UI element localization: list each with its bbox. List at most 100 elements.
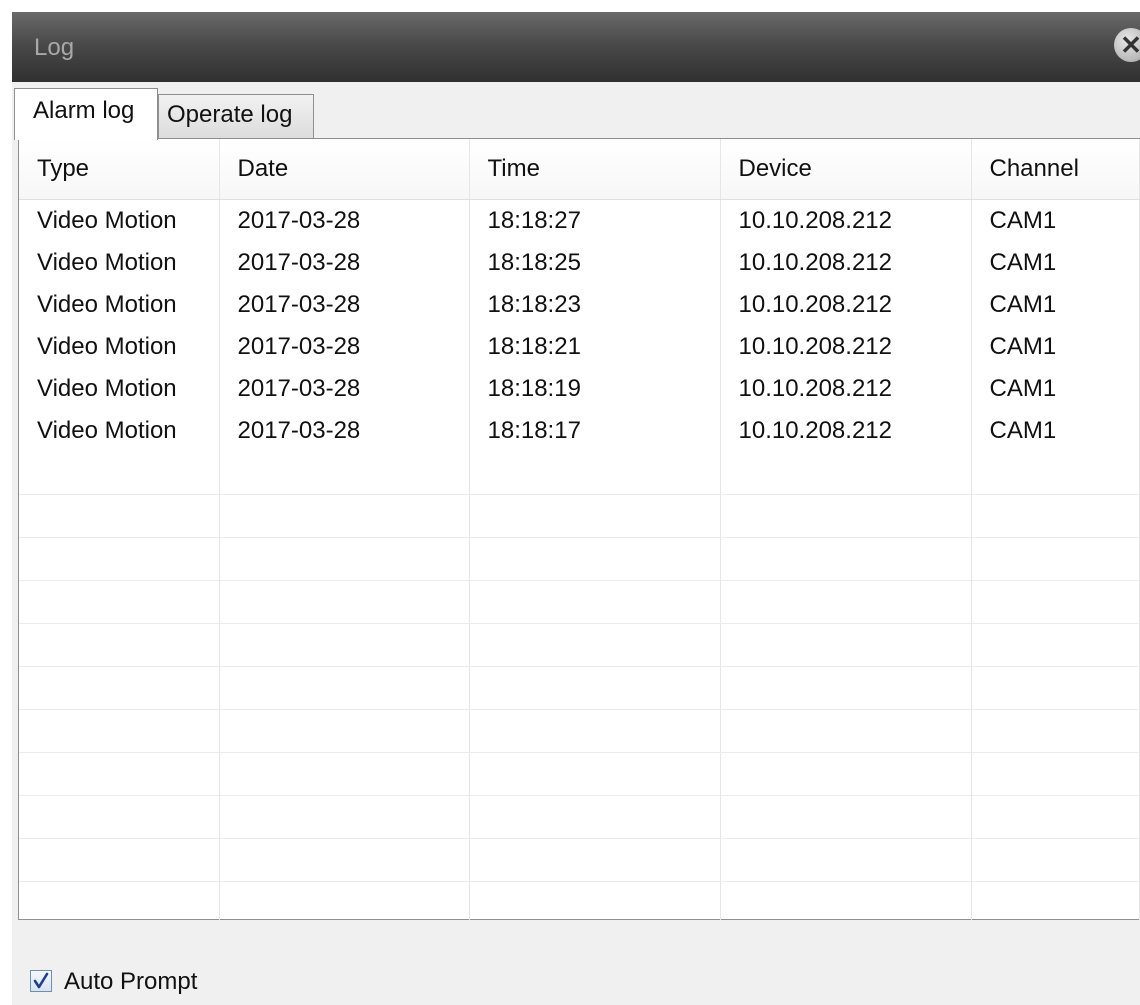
cell-time: 18:18:17 xyxy=(469,410,721,452)
empty-cell xyxy=(720,752,972,796)
empty-cell xyxy=(19,666,220,710)
empty-cell xyxy=(19,580,220,624)
checkmark-icon xyxy=(33,972,49,989)
empty-cell xyxy=(469,623,721,667)
empty-cell xyxy=(19,881,220,925)
close-icon: ✕ xyxy=(1120,30,1140,60)
cell-channel: CAM1 xyxy=(971,199,1140,242)
tab-operate-log[interactable]: Operate log xyxy=(158,94,314,138)
empty-cell xyxy=(469,838,721,882)
table-row[interactable]: Video Motion 2017-03-28 18:18:19 10.10.208.… xyxy=(19,368,1140,410)
column-header-channel[interactable]: Channel xyxy=(971,139,1140,200)
cell-time: 18:18:19 xyxy=(469,368,721,410)
window-title: Log xyxy=(34,34,75,61)
close-button[interactable]: ✕ xyxy=(1114,28,1140,62)
cell-type: Video Motion xyxy=(19,284,220,326)
cell-time: 18:18:21 xyxy=(469,326,721,368)
empty-cell xyxy=(469,494,721,538)
empty-cell xyxy=(469,666,721,710)
cell-type: Video Motion xyxy=(19,368,220,410)
empty-cell xyxy=(219,623,470,667)
table-row[interactable]: Video Motion 2017-03-28 18:18:25 10.10.208.… xyxy=(19,242,1140,284)
cell-date: 2017-03-28 xyxy=(219,410,470,452)
cell-channel: CAM1 xyxy=(971,368,1140,410)
empty-cell xyxy=(469,537,721,581)
cell-device: 10.10.208.212 xyxy=(720,284,972,326)
table-row[interactable]: Video Motion 2017-03-28 18:18:17 10.10.208.… xyxy=(19,410,1140,452)
alarm-log-panel: Type Date Time Device Channel Video Moti… xyxy=(18,138,1140,925)
title-bar[interactable]: Log ✕ xyxy=(12,12,1140,82)
empty-cell xyxy=(219,494,470,538)
empty-row xyxy=(19,795,1140,839)
empty-row xyxy=(19,752,1140,796)
empty-cell xyxy=(19,494,220,538)
empty-row xyxy=(19,838,1140,882)
cell-channel: CAM1 xyxy=(971,242,1140,284)
cell-time: 18:18:23 xyxy=(469,284,721,326)
table-body: Video Motion 2017-03-28 18:18:27 10.10.208.… xyxy=(19,199,1140,925)
cell-channel: CAM1 xyxy=(971,284,1140,326)
cell-device: 10.10.208.212 xyxy=(720,242,972,284)
column-header-type[interactable]: Type xyxy=(19,139,220,200)
cell-time: 18:18:25 xyxy=(469,242,721,284)
empty-cell xyxy=(971,537,1140,581)
empty-cell xyxy=(219,795,470,839)
empty-cell xyxy=(219,881,470,925)
cell-channel: CAM1 xyxy=(971,326,1140,368)
empty-cell xyxy=(971,580,1140,624)
log-window: Log ✕ Alarm log Operate log Type Date Ti… xyxy=(12,12,1140,1005)
alarm-log-table: Type Date Time Device Channel Video Moti… xyxy=(19,139,1140,925)
cell-date: 2017-03-28 xyxy=(219,242,470,284)
cell-device: 10.10.208.212 xyxy=(720,410,972,452)
empty-row xyxy=(19,623,1140,667)
empty-cell xyxy=(19,537,220,581)
tab-bar: Alarm log Operate log xyxy=(12,82,1140,140)
empty-row xyxy=(19,666,1140,710)
empty-row xyxy=(19,494,1140,538)
cell-device: 10.10.208.212 xyxy=(720,326,972,368)
footer: Auto Prompt xyxy=(12,920,1140,1005)
empty-cell xyxy=(720,838,972,882)
empty-cell xyxy=(971,752,1140,796)
table-row[interactable]: Video Motion 2017-03-28 18:18:27 10.10.208.… xyxy=(19,199,1140,242)
empty-cell xyxy=(469,580,721,624)
table-row[interactable]: Video Motion 2017-03-28 18:18:23 10.10.208.… xyxy=(19,284,1140,326)
empty-cell xyxy=(469,752,721,796)
empty-cell xyxy=(19,623,220,667)
empty-row xyxy=(19,709,1140,753)
empty-cell xyxy=(971,881,1140,925)
auto-prompt-checkbox[interactable] xyxy=(30,970,52,992)
column-header-device[interactable]: Device xyxy=(720,139,972,200)
empty-cell xyxy=(19,452,220,495)
empty-cell xyxy=(971,494,1140,538)
empty-cell xyxy=(469,881,721,925)
empty-cell xyxy=(219,580,470,624)
empty-cell xyxy=(469,452,721,495)
cell-type: Video Motion xyxy=(19,242,220,284)
cell-date: 2017-03-28 xyxy=(219,368,470,410)
auto-prompt-label[interactable]: Auto Prompt xyxy=(64,968,197,996)
table-header-row: Type Date Time Device Channel xyxy=(19,139,1140,200)
column-header-date[interactable]: Date xyxy=(219,139,470,200)
cell-channel: CAM1 xyxy=(971,410,1140,452)
empty-cell xyxy=(971,838,1140,882)
cell-device: 10.10.208.212 xyxy=(720,368,972,410)
empty-cell xyxy=(720,666,972,710)
empty-cell xyxy=(720,623,972,667)
cell-type: Video Motion xyxy=(19,410,220,452)
column-header-time[interactable]: Time xyxy=(469,139,721,200)
empty-row xyxy=(19,580,1140,624)
cell-time: 18:18:27 xyxy=(469,199,721,242)
empty-cell xyxy=(971,666,1140,710)
empty-cell xyxy=(19,709,220,753)
empty-cell xyxy=(720,795,972,839)
empty-cell xyxy=(720,537,972,581)
cell-date: 2017-03-28 xyxy=(219,326,470,368)
empty-cell xyxy=(219,709,470,753)
tab-alarm-log[interactable]: Alarm log xyxy=(14,88,158,140)
empty-cell xyxy=(469,709,721,753)
cell-device: 10.10.208.212 xyxy=(720,199,972,242)
empty-cell xyxy=(971,795,1140,839)
empty-cell xyxy=(19,752,220,796)
table-row[interactable]: Video Motion 2017-03-28 18:18:21 10.10.208.… xyxy=(19,326,1140,368)
